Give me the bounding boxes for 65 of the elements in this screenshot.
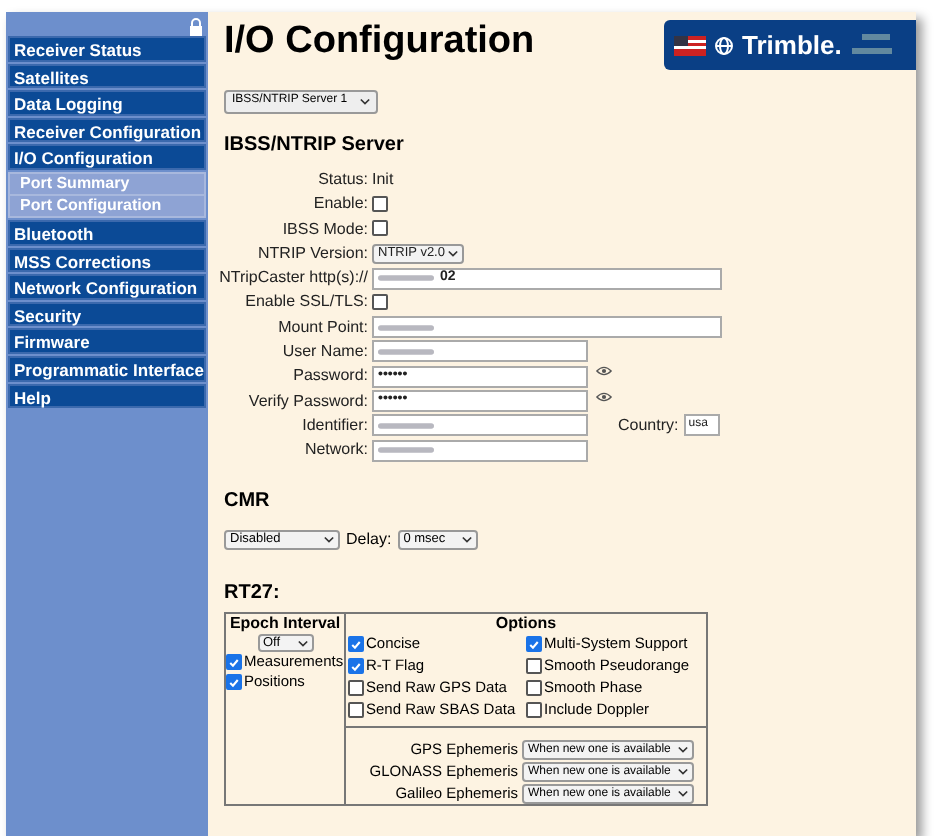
caret-icon xyxy=(324,536,334,545)
field-label: Enable SSL/TLS: xyxy=(243,290,370,315)
field-label: Network: xyxy=(302,438,370,463)
field-label: Mount Point: xyxy=(276,315,370,340)
flag-icon xyxy=(674,35,706,55)
section-heading: RT27: xyxy=(224,580,282,609)
nav-item[interactable]: Satellites xyxy=(8,63,206,89)
field-label: Enable: xyxy=(311,192,370,217)
input-field[interactable] xyxy=(372,439,588,462)
checkbox[interactable] xyxy=(372,196,388,213)
field-label: Country: xyxy=(618,413,679,438)
nav-item[interactable]: Programmatic Interface xyxy=(8,355,206,382)
caret-icon xyxy=(678,790,688,799)
nav-item[interactable]: I/O Configuration xyxy=(8,144,206,170)
section-heading: CMR xyxy=(224,488,272,517)
caret-icon xyxy=(461,536,472,545)
field-label: NTripCaster http(s):// xyxy=(217,266,370,291)
checkbox[interactable] xyxy=(348,636,364,653)
brand-logo: Trimble. xyxy=(742,27,842,64)
input-field[interactable] xyxy=(372,316,722,339)
caret-icon xyxy=(359,97,370,105)
checkbox[interactable] xyxy=(526,702,542,719)
eye-icon[interactable] xyxy=(596,391,612,402)
checkbox[interactable] xyxy=(526,658,542,675)
checkbox[interactable] xyxy=(372,294,388,311)
checkbox[interactable] xyxy=(226,654,242,671)
globe-icon xyxy=(714,35,734,55)
checkbox[interactable] xyxy=(526,680,542,697)
lock-icon xyxy=(188,18,204,36)
checkbox[interactable] xyxy=(348,680,364,697)
field-label: Status: xyxy=(316,167,370,192)
nav-item[interactable]: MSS Corrections xyxy=(8,247,206,273)
nav-item[interactable]: Security xyxy=(8,301,206,327)
field-label: Identifier: xyxy=(300,413,370,438)
section-heading: IBSS/NTRIP Server xyxy=(224,132,406,160)
caret-icon xyxy=(448,249,458,258)
status-value: Init xyxy=(372,167,394,192)
field-label: User Name: xyxy=(280,339,370,364)
checkbox[interactable] xyxy=(372,220,388,237)
field-label: Password: xyxy=(291,364,370,389)
nav-item[interactable]: Firmware xyxy=(8,328,206,354)
field-label: Delay: xyxy=(346,528,392,553)
checkbox[interactable] xyxy=(348,702,364,719)
nav-item[interactable]: Receiver Status xyxy=(8,36,206,62)
nav-item[interactable]: Help xyxy=(8,383,206,409)
checkbox[interactable] xyxy=(526,636,542,653)
caret-icon xyxy=(678,746,688,755)
field-label: IBSS Mode: xyxy=(280,217,370,241)
nav-item[interactable]: Network Configuration xyxy=(8,274,206,300)
input-field[interactable] xyxy=(372,414,588,437)
blurred-text-icon xyxy=(849,31,894,59)
column-header: Options xyxy=(493,614,559,635)
nav-item[interactable]: Data Logging xyxy=(8,90,206,116)
nav-item[interactable]: Bluetooth xyxy=(8,219,206,246)
field-label: Verify Password: xyxy=(246,389,370,414)
eye-icon[interactable] xyxy=(596,366,612,377)
checkbox[interactable] xyxy=(226,674,242,691)
nav-item[interactable]: Receiver Configuration xyxy=(8,117,206,143)
column-header: Epoch Interval xyxy=(227,614,343,635)
caret-icon xyxy=(297,639,307,648)
input-field[interactable] xyxy=(372,340,588,363)
caret-icon xyxy=(678,768,688,777)
field-label: NTRIP Version: xyxy=(256,241,370,266)
page-title: I/O Configuration xyxy=(224,18,535,66)
checkbox[interactable] xyxy=(348,658,364,675)
